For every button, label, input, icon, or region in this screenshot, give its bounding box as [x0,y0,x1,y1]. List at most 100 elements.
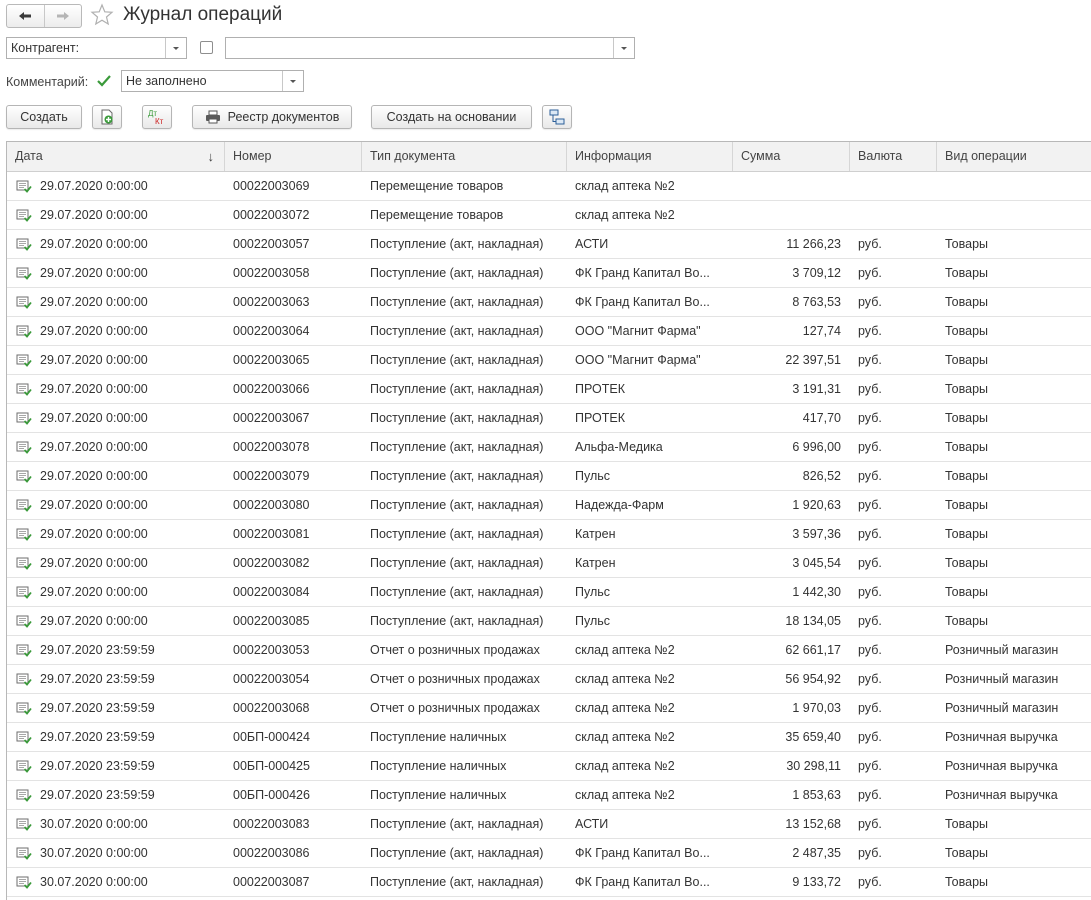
posted-document-icon [16,267,32,283]
cell-currency [858,201,938,229]
table-row[interactable]: 29.07.2020 0:00:00 00022003057 Поступление… [7,230,1091,259]
posted-document-icon [16,644,32,660]
cell-operation: Товары [945,266,988,280]
structure-button[interactable] [542,105,572,129]
table-row[interactable]: 29.07.2020 0:00:00 00022003065 Поступление… [7,346,1091,375]
back-button[interactable] [7,5,44,27]
counterparty-value-field[interactable] [225,37,635,59]
table-row[interactable]: 29.07.2020 23:59:59 00БП-000424 Поступлени… [7,723,1091,752]
cell-doc-type: Поступление (акт, накладная) [370,585,544,599]
cell-number: 00022003085 [233,614,310,628]
table-row[interactable]: 29.07.2020 0:00:00 00022003058 Поступление… [7,259,1091,288]
cell-date: 29.07.2020 0:00:00 [40,440,148,454]
create-based-on-button[interactable]: Создать на основании [371,105,532,129]
posted-document-icon [16,818,32,834]
cell-date: 29.07.2020 23:59:59 [40,701,155,715]
cell-info: склад аптека №2 [575,788,675,802]
cell-date: 30.07.2020 0:00:00 [40,875,148,889]
cell-number: 00022003072 [233,208,310,222]
cell-currency: руб. [858,411,882,425]
table-row[interactable]: 29.07.2020 0:00:00 00022003063 Поступление… [7,288,1091,317]
dropdown-button[interactable] [282,71,303,91]
checkmark-icon[interactable] [96,73,112,89]
table-row[interactable]: 30.07.2020 0:00:00 00022003083 Поступление… [7,810,1091,839]
cell-info: склад аптека №2 [575,701,675,715]
favorite-star-icon[interactable] [90,3,114,27]
navigation-buttons [6,4,82,28]
table-row[interactable]: 29.07.2020 0:00:00 00022003081 Поступление… [7,520,1091,549]
dt-kt-postings-button[interactable]: Дт Кт [142,105,172,129]
dropdown-button[interactable] [165,38,186,58]
table-row[interactable]: 30.07.2020 0:00:00 00022003086 Поступление… [7,839,1091,868]
create-based-on-label: Создать на основании [386,110,517,124]
counterparty-filter-checkbox[interactable] [200,41,213,54]
table-row[interactable]: 29.07.2020 23:59:59 00БП-000425 Поступлени… [7,752,1091,781]
cell-sum: 9 133,72 [792,875,841,889]
cell-operation: Товары [945,585,988,599]
cell-currency: руб. [858,643,882,657]
forward-button[interactable] [43,5,82,27]
table-row[interactable]: 29.07.2020 23:59:59 00022003068 Отчет о ро… [7,694,1091,723]
cell-date: 29.07.2020 23:59:59 [40,643,155,657]
cell-currency: руб. [858,788,882,802]
cell-info: склад аптека №2 [575,672,675,686]
table-row[interactable]: 29.07.2020 0:00:00 00022003078 Поступление… [7,433,1091,462]
table-row[interactable]: 29.07.2020 0:00:00 00022003072 Перемещение… [7,201,1091,230]
cell-doc-type: Поступление наличных [370,759,507,773]
document-registry-button[interactable]: Реестр документов [192,105,352,129]
cell-date: 30.07.2020 0:00:00 [40,846,148,860]
cell-currency: руб. [858,759,882,773]
cell-operation: Товары [945,324,988,338]
posted-document-icon [16,470,32,486]
cell-sum: 826,52 [802,469,841,483]
cell-info: ФК Гранд Капитал Во... [575,295,710,309]
cell-sum: 3 709,12 [792,266,841,280]
cell-currency: руб. [858,440,882,454]
counterparty-filter-label: Контрагент: [11,41,80,55]
cell-info: Альфа-Медика [575,440,663,454]
table-row[interactable]: 29.07.2020 0:00:00 00022003080 Поступление… [7,491,1091,520]
table-row[interactable]: 30.07.2020 0:00:00 00022003087 Поступление… [7,868,1091,897]
dropdown-button[interactable] [613,38,634,58]
comment-filter-select[interactable]: Не заполнено [121,70,304,92]
table-row[interactable]: 29.07.2020 0:00:00 00022003067 Поступление… [7,404,1091,433]
cell-info: склад аптека №2 [575,759,675,773]
sort-descending-icon: ↓ [207,149,215,164]
operations-table: Дата ↓ Номер Тип документа Информация Су… [6,141,1091,900]
table-row[interactable]: 29.07.2020 23:59:59 00022003054 Отчет о ро… [7,665,1091,694]
cell-info: ФК Гранд Капитал Во... [575,846,710,860]
cell-doc-type: Отчет о розничных продажах [370,643,540,657]
column-header-number[interactable]: Номер [225,142,362,171]
table-row[interactable]: 29.07.2020 0:00:00 00022003064 Поступление… [7,317,1091,346]
column-header-info[interactable]: Информация [567,142,733,171]
column-header-currency[interactable]: Валюта [850,142,937,171]
cell-doc-type: Поступление (акт, накладная) [370,324,544,338]
table-row[interactable]: 29.07.2020 0:00:00 00022003084 Поступление… [7,578,1091,607]
column-header-date[interactable]: Дата ↓ [7,142,225,171]
comment-filter-label: Комментарий: [6,75,89,89]
cell-number: 00БП-000426 [233,788,310,802]
table-row[interactable]: 29.07.2020 0:00:00 00022003085 Поступление… [7,607,1091,636]
column-header-operation[interactable]: Вид операции [937,142,1091,171]
table-row[interactable]: 29.07.2020 0:00:00 00022003066 Поступление… [7,375,1091,404]
cell-currency: руб. [858,353,882,367]
posted-document-icon [16,354,32,370]
copy-button[interactable] [92,105,122,129]
cell-doc-type: Поступление (акт, накладная) [370,382,544,396]
table-row[interactable]: 29.07.2020 23:59:59 00022003053 Отчет о ро… [7,636,1091,665]
cell-doc-type: Поступление (акт, накладная) [370,875,544,889]
table-row[interactable]: 29.07.2020 0:00:00 00022003069 Перемещение… [7,172,1091,201]
column-header-sum[interactable]: Сумма [733,142,850,171]
cell-operation: Товары [945,469,988,483]
cell-doc-type: Поступление (акт, накладная) [370,266,544,280]
table-row[interactable]: 29.07.2020 23:59:59 00БП-000426 Поступлени… [7,781,1091,810]
cell-number: 00022003053 [233,643,310,657]
counterparty-filter-select[interactable]: Контрагент: [6,37,187,59]
column-header-doc-type[interactable]: Тип документа [362,142,567,171]
create-button[interactable]: Создать [6,105,82,129]
cell-number: 00022003065 [233,353,310,367]
table-row[interactable]: 29.07.2020 0:00:00 00022003082 Поступление… [7,549,1091,578]
cell-info: Надежда-Фарм [575,498,664,512]
table-row[interactable]: 29.07.2020 0:00:00 00022003079 Поступление… [7,462,1091,491]
cell-number: 00022003063 [233,295,310,309]
